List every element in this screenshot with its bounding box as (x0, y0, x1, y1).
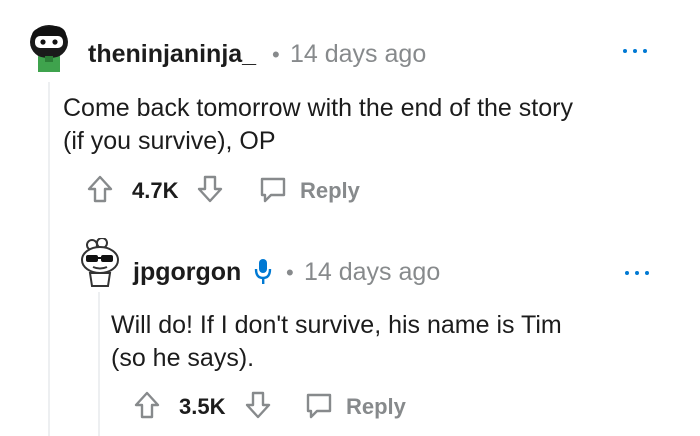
comment-username[interactable]: theninjaninja_ (88, 40, 256, 69)
downvote-arrow-icon (245, 391, 271, 419)
ellipsis-icon (623, 49, 647, 53)
comment-bubble-icon (260, 177, 286, 203)
comment-body-line: (so he says). (111, 344, 255, 372)
comment-body-line: (if you survive), OP (63, 127, 276, 155)
vote-count: 4.7K (132, 178, 179, 203)
upvote-arrow-icon (87, 175, 113, 203)
reply-label: Reply (300, 178, 360, 203)
upvote-button[interactable] (133, 390, 161, 420)
reply-button[interactable]: Reply (258, 174, 368, 206)
more-options-button[interactable] (622, 42, 650, 56)
comment-body-line: Will do! If I don't survive, his name is… (111, 311, 562, 339)
downvote-arrow-icon (197, 175, 223, 203)
ellipsis-icon (625, 271, 649, 275)
ninja-avatar-image (30, 25, 68, 72)
separator-dot: • (286, 260, 294, 285)
reply-label: Reply (346, 394, 406, 419)
separator-dot: • (272, 42, 280, 67)
comment-body: Come back tomorrow with the end of the s… (63, 92, 573, 158)
thread-line-main[interactable] (48, 82, 50, 436)
comment-timestamp[interactable]: 14 days ago (304, 258, 440, 287)
upvote-arrow-icon (134, 391, 160, 419)
sunglasses-avatar[interactable] (78, 237, 122, 288)
comment-body-line: Come back tomorrow with the end of the s… (63, 94, 573, 122)
more-options-button[interactable] (624, 264, 652, 278)
vote-count: 3.5K (179, 394, 226, 419)
reply-button[interactable]: Reply (304, 390, 414, 422)
upvote-button[interactable] (86, 174, 114, 204)
comment-bubble-icon (306, 393, 332, 419)
downvote-button[interactable] (196, 174, 224, 204)
sunglasses-avatar-image (81, 237, 119, 287)
thread-line-reply[interactable] (98, 292, 100, 436)
microphone-icon (254, 258, 272, 286)
comment-username[interactable]: jpgorgon (133, 258, 241, 287)
comment-timestamp[interactable]: 14 days ago (290, 40, 426, 69)
comment-body: Will do! If I don't survive, his name is… (111, 309, 562, 375)
ninja-avatar[interactable] (26, 22, 72, 76)
downvote-button[interactable] (244, 390, 272, 420)
